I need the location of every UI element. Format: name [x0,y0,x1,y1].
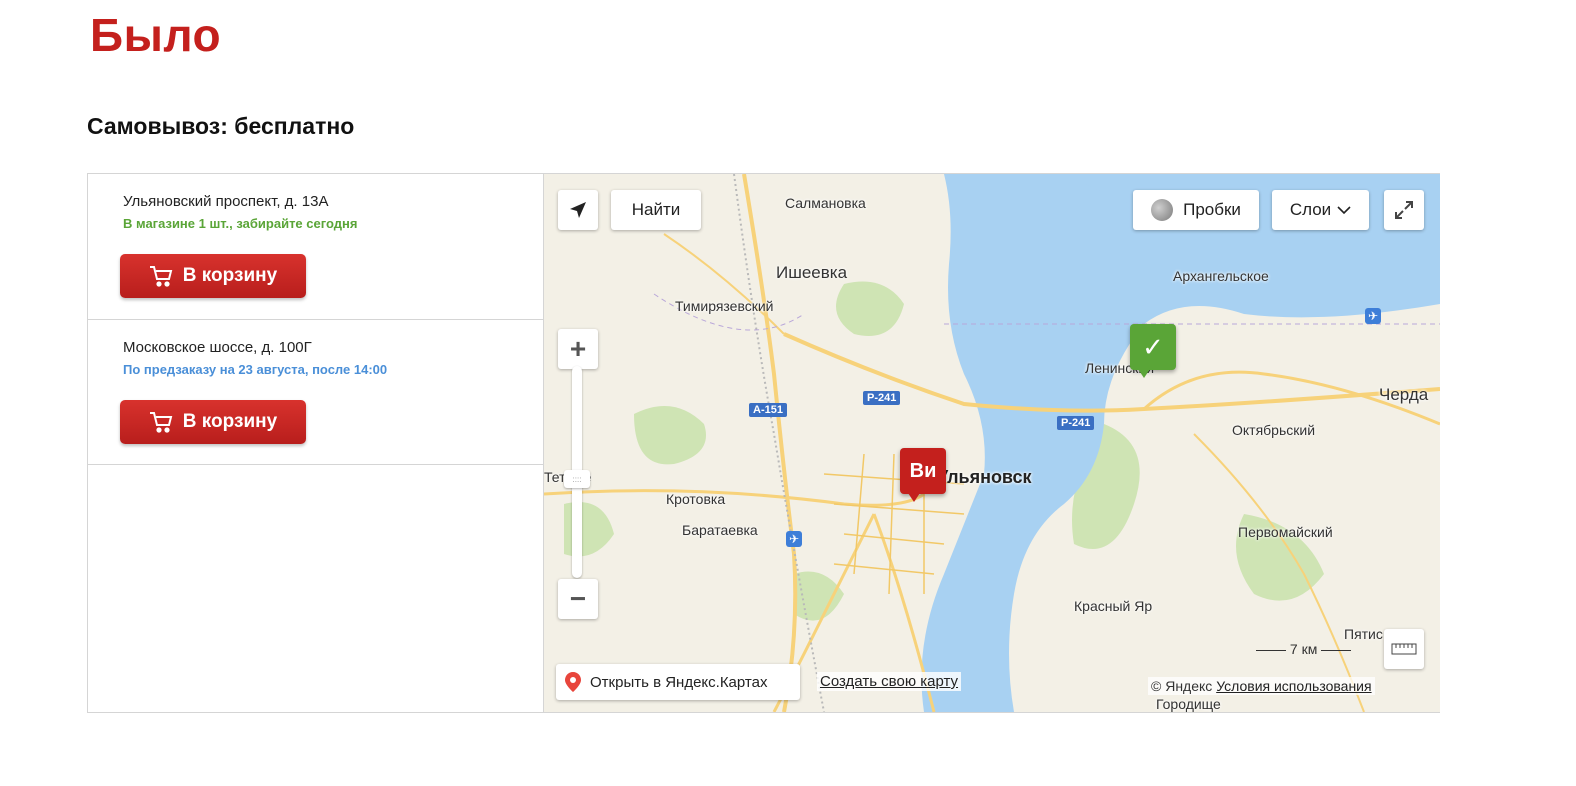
expand-icon [1395,201,1413,219]
ruler-icon [1391,643,1417,655]
store-marker-selected[interactable]: ✓ [1130,324,1176,378]
store-availability: По предзаказу на 23 августа, после 14:00 [123,362,388,377]
pickup-heading: Самовывоз: бесплатно [87,113,355,139]
ruler-button[interactable] [1384,629,1424,669]
store-item: Ульяновский проспект, д. 13А В магазине … [88,174,543,320]
copyright-text: © Яндекс [1151,678,1213,694]
geolocation-button[interactable] [558,190,598,230]
traffic-label: Пробки [1183,200,1241,219]
map-scale-label: 7 км [1289,641,1318,657]
map-place-label: Черда [1379,385,1429,404]
store-address: Московское шоссе, д. 100Г [123,339,312,356]
open-in-yandex-maps-button[interactable]: Открыть в Яндекс.Картах [556,664,800,700]
map-pin-icon [565,672,581,692]
zoom-slider-handle[interactable]: :::: [564,470,590,488]
map-copyright: © Яндекс Условия использования [1148,677,1375,695]
store-availability: В магазине 1 шт., забирайте сегодня [123,216,358,231]
airport-icon: ✈ [1365,308,1381,324]
map-place-label: Кротовка [666,491,726,507]
store-address: Ульяновский проспект, д. 13А [123,193,329,210]
yandex-map[interactable]: Салмановка Ишеевка Тимирязевский Арханге… [544,174,1440,712]
chevron-down-icon [1337,206,1351,215]
airport-icon: ✈ [786,531,802,547]
map-place-label: Красный Яр [1074,598,1153,614]
road-shield: Р-241 [863,391,901,405]
open-in-yandex-label: Открыть в Яндекс.Картах [590,673,768,691]
map-background [544,174,1440,712]
map-place-label: Салмановка [785,195,866,211]
map-place-label: Октябрьский [1232,422,1316,438]
add-to-cart-button[interactable]: В корзину [120,400,306,444]
map-place-label: Первомайский [1238,524,1333,540]
store-item: Московское шоссе, д. 100Г По предзаказу … [88,320,543,465]
check-icon: ✓ [1142,331,1164,362]
create-map-link[interactable]: Создать свою карту [817,672,962,691]
traffic-icon [1151,199,1174,221]
terms-link[interactable]: Условия использования [1216,678,1371,694]
layers-label: Слои [1289,200,1332,219]
zoom-out-button[interactable]: − [558,579,598,619]
add-to-cart-button[interactable]: В корзину [120,254,306,298]
store-marker-vi[interactable]: Ви [900,448,946,502]
pickup-widget: Ульяновский проспект, д. 13А В магазине … [87,173,1440,713]
road-shield: А-151 [749,403,787,417]
traffic-button[interactable]: Пробки [1133,190,1259,230]
store-list: Ульяновский проспект, д. 13А В магазине … [88,174,544,712]
location-arrow-icon [570,202,586,218]
map-place-label: Ишеевка [776,263,848,282]
map-search-button[interactable]: Найти [611,190,701,230]
map-city-label: Ульяновск [937,467,1032,487]
cart-icon [149,412,173,433]
map-place-label: Городище [1156,696,1221,712]
map-scale: 7 км [1256,641,1352,657]
map-place-label: Пятис [1344,626,1383,642]
road-shield: Р-241 [1057,416,1095,430]
fullscreen-button[interactable] [1384,190,1424,230]
page-title: Было [90,9,222,61]
map-place-label: Архангельское [1173,268,1269,284]
layers-button[interactable]: Слои [1272,190,1369,230]
cart-icon [149,266,173,287]
map-place-label: Баратаевка [682,522,758,538]
zoom-in-button[interactable]: + [558,329,598,369]
add-to-cart-label: В корзину [182,411,278,432]
map-place-label: Тимирязевский [675,298,774,314]
add-to-cart-label: В корзину [182,265,278,286]
